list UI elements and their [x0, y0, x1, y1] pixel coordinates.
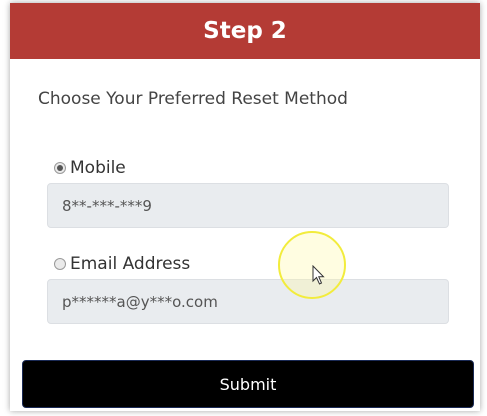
email-option-label: Email Address: [70, 254, 191, 274]
reset-method-card: Step 2 Choose Your Preferred Reset Metho…: [10, 3, 480, 411]
email-option[interactable]: Email Address: [54, 254, 190, 274]
mobile-number-field: 8**-***-***9: [47, 183, 449, 228]
step-title: Step 2: [203, 18, 287, 44]
submit-button[interactable]: Submit: [22, 360, 474, 408]
mobile-radio-button[interactable]: [54, 162, 66, 174]
step-header: Step 2: [10, 3, 480, 59]
reset-method-prompt: Choose Your Preferred Reset Method: [38, 89, 348, 109]
email-address-field: p******a@y***o.com: [47, 279, 449, 324]
pointer-arrow-icon: [312, 265, 325, 285]
email-radio-button[interactable]: [54, 258, 66, 270]
mobile-option[interactable]: Mobile: [54, 158, 126, 178]
mobile-option-label: Mobile: [70, 158, 126, 178]
